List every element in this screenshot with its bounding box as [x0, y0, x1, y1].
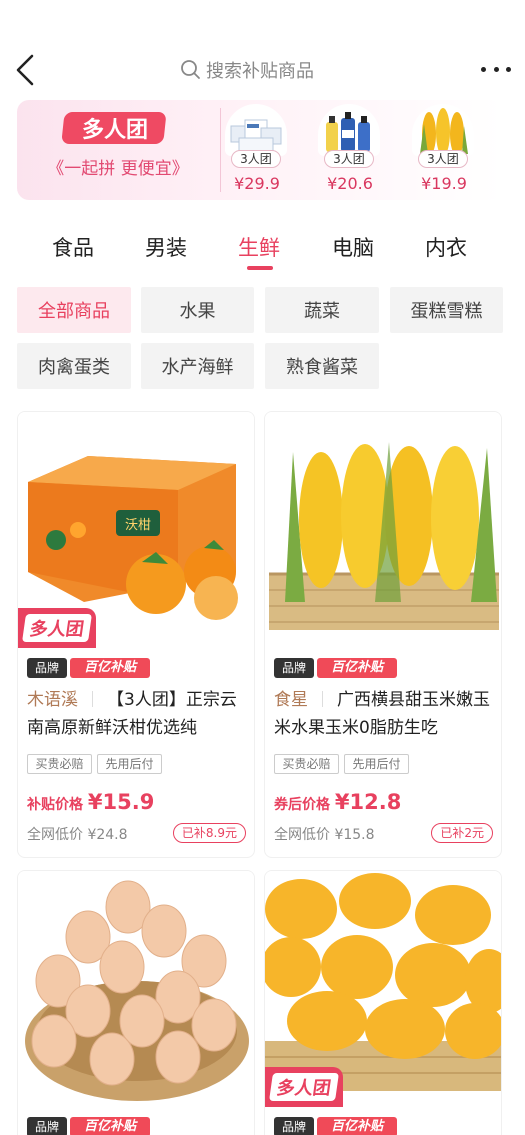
banner-slogan: 《一起拼 更便宜》	[47, 159, 189, 179]
price-value: ¥12.8	[334, 790, 402, 814]
group-buy-logo: 多人团	[62, 112, 166, 144]
product-card[interactable]: 多人团 品牌 百亿补贴	[264, 870, 502, 1135]
search-bar[interactable]: 搜索补贴商品	[180, 56, 314, 84]
tissue-image	[225, 104, 287, 156]
brand-tag: 品牌	[274, 1117, 314, 1135]
search-placeholder: 搜索补贴商品	[206, 61, 314, 82]
group-buy-sticker: 多人团	[265, 1067, 343, 1107]
more-dots-icon	[481, 66, 486, 72]
filter-all[interactable]: 全部商品	[17, 287, 131, 333]
service-tag: 买贵必赔	[274, 754, 339, 774]
price-row: 券后价格 ¥12.8	[274, 790, 401, 814]
top-bar: 搜索补贴商品	[0, 40, 525, 100]
product-card[interactable]: 沃柑 多人团 品牌 百亿补贴 木语溪 【3人团】正宗云南高原新鲜沃柑优选纯 买贵必…	[17, 411, 255, 858]
filter-seafood[interactable]: 水产海鲜	[141, 343, 254, 389]
product-title: 食星 广西横县甜玉米嫩玉米水果玉米0脂肪生吃	[274, 686, 496, 742]
filter-deli[interactable]: 熟食酱菜	[265, 343, 379, 389]
subsidy-tag: 百亿补贴	[317, 658, 397, 678]
saved-badge: 已补2元	[431, 823, 493, 843]
deal-badge: 3人团	[418, 150, 468, 168]
product-brand: 食星	[274, 690, 308, 710]
filter-meat-eggs[interactable]: 肉禽蛋类	[17, 343, 131, 389]
subsidy-tag: 百亿补贴	[70, 658, 150, 678]
tab-food[interactable]: 食品	[52, 232, 94, 262]
deal-badge: 3人团	[324, 150, 374, 168]
brand-tag: 品牌	[27, 658, 67, 678]
filter-fruit[interactable]: 水果	[141, 287, 254, 333]
product-card[interactable]: 品牌 百亿补贴	[17, 870, 255, 1135]
product-image-eggs	[18, 871, 254, 1109]
price-row: 补贴价格 ¥15.9	[27, 790, 154, 814]
corn-image	[412, 104, 474, 156]
more-options-button[interactable]	[481, 54, 511, 84]
tab-fresh[interactable]: 生鲜	[238, 232, 280, 262]
deal-badge: 3人团	[231, 150, 281, 168]
saved-badge: 已补8.9元	[172, 823, 246, 843]
price-label: 券后价格	[274, 797, 330, 813]
product-card[interactable]: 品牌 百亿补贴 食星 广西横县甜玉米嫩玉米水果玉米0脂肪生吃 买贵必赔 先用后付 …	[264, 411, 502, 858]
filter-vegetable[interactable]: 蔬菜	[265, 287, 379, 333]
group-buy-sticker: 多人团	[18, 608, 96, 648]
back-button[interactable]	[12, 52, 40, 88]
svg-text:多人团: 多人团	[82, 117, 148, 143]
subsidy-tag: 百亿补贴	[317, 1117, 397, 1135]
tab-underwear[interactable]: 内衣	[425, 232, 467, 262]
chevron-left-icon	[16, 54, 34, 86]
deal-price: ¥29.9	[234, 174, 280, 193]
reference-price: 全网低价 ¥15.8	[274, 827, 375, 843]
service-tag: 买贵必赔	[27, 754, 92, 774]
search-icon	[181, 60, 200, 79]
price-value: ¥15.9	[87, 790, 155, 814]
active-tab-indicator	[247, 266, 273, 270]
svg-text:沃柑: 沃柑	[125, 518, 151, 533]
subsidy-tag: 百亿补贴	[70, 1117, 150, 1135]
product-title: 木语溪 【3人团】正宗云南高原新鲜沃柑优选纯	[27, 686, 249, 742]
price-label: 补贴价格	[27, 797, 83, 813]
deal-bottles[interactable]: 3人团 ¥20.6	[313, 100, 383, 200]
brand-tag: 品牌	[27, 1117, 67, 1135]
filter-cake[interactable]: 蛋糕雪糕	[390, 287, 503, 333]
bottles-image	[318, 104, 380, 156]
tab-menswear[interactable]: 男装	[145, 232, 187, 262]
brand-tag: 品牌	[274, 658, 314, 678]
product-brand: 木语溪	[27, 690, 78, 710]
deal-corn[interactable]: 3人团 ¥19.9	[407, 100, 477, 200]
group-buy-banner[interactable]: 多人团 《一起拼 更便宜》 3人团 ¥29.9 3人团 ¥20.6 3人团 ¥1…	[17, 100, 502, 200]
tab-computer[interactable]: 电脑	[332, 232, 374, 262]
deal-tissue[interactable]: 3人团 ¥29.9	[220, 100, 290, 200]
deal-price: ¥20.6	[327, 174, 373, 193]
category-tabs: 食品 男装 生鲜 电脑 内衣	[0, 226, 525, 276]
reference-price: 全网低价 ¥24.8	[27, 827, 128, 843]
service-tag: 先用后付	[97, 754, 162, 774]
service-tag: 先用后付	[344, 754, 409, 774]
deal-price: ¥19.9	[421, 174, 467, 193]
product-image-corn	[265, 412, 501, 650]
